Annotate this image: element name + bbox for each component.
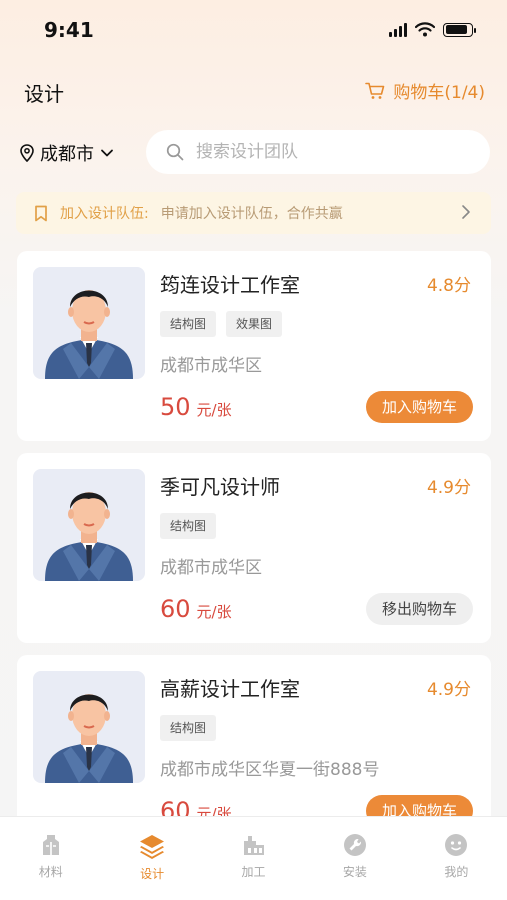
chevron-down-icon [101,149,113,157]
city-label: 成都市 [40,144,94,165]
join-design-team-banner[interactable]: 加入设计队伍: 申请加入设计队伍，合作共赢 [16,192,491,234]
join-banner-desc: 申请加入设计队伍，合作共赢 [160,206,343,222]
tab-label: 我的 [444,865,469,879]
tab-profile[interactable]: 我的 [406,817,507,900]
service-tags: 结构图 效果图 [160,311,283,337]
bottom-tab-bar: 材料 设计 加工 安装 我的 [0,816,507,900]
search-icon [166,143,184,161]
tab-design[interactable]: 设计 [101,817,202,900]
join-banner-title: 加入设计队伍: [60,206,149,222]
page-header: 设计 购物车(1/4) [0,74,507,108]
designer-card[interactable]: 筠连设计工作室 4.8分 结构图 效果图 成都市成华区 50 元/张 加入购物车 [17,251,491,441]
profile-icon [445,834,468,856]
remove-from-cart-button[interactable]: 移出购物车 [365,593,473,625]
search-input[interactable] [196,142,446,162]
battery-level [445,25,467,34]
cart-icon [365,82,385,99]
designer-avatar [33,671,145,783]
price-unit: 元/张 [196,603,232,621]
price-value: 60 [160,595,191,623]
bookmark-icon [35,205,47,221]
service-tags: 结构图 [160,715,217,741]
price: 60 元/张 [160,595,232,623]
designer-name: 筠连设计工作室 [160,273,300,297]
designer-avatar [33,469,145,581]
cart-link[interactable]: 购物车(1/4) [365,78,485,103]
person-avatar-icon [45,290,133,379]
tab-label: 材料 [38,865,63,879]
layers-icon [140,835,165,859]
chevron-right-icon [462,205,470,219]
materials-icon [42,835,59,855]
service-tag: 结构图 [160,513,217,539]
tab-installation[interactable]: 安装 [304,817,405,900]
designer-card[interactable]: 季可凡设计师 4.9分 结构图 成都市成华区 60 元/张 移出购物车 [17,453,491,643]
price-value: 50 [160,393,191,421]
status-time: 9:41 [44,18,94,42]
designer-address: 成都市成华区 [160,356,262,376]
person-avatar-icon [45,492,133,581]
location-pin-icon [20,144,34,162]
designer-rating: 4.9分 [426,478,471,498]
wifi-icon [415,22,435,37]
designer-rating: 4.8分 [426,276,471,296]
page-title: 设计 [24,82,64,106]
tab-label: 安装 [342,865,367,879]
wrench-icon [343,834,366,856]
price: 50 元/张 [160,393,232,421]
tab-label: 加工 [241,865,266,879]
tab-processing[interactable]: 加工 [203,817,304,900]
designer-address: 成都市成华区华夏一街888号 [160,760,380,780]
cellular-signal-icon [389,22,407,37]
designer-rating: 4.9分 [426,680,471,700]
service-tag: 效果图 [226,311,283,337]
search-box[interactable] [146,130,490,174]
person-avatar-icon [45,694,133,783]
tab-label: 设计 [140,867,165,881]
service-tag: 结构图 [160,311,217,337]
add-to-cart-button[interactable]: 加入购物车 [365,391,473,423]
service-tag: 结构图 [160,715,217,741]
designer-name: 高薪设计工作室 [160,677,300,701]
designer-address: 成都市成华区 [160,558,262,578]
status-bar: 9:41 [0,0,507,64]
designer-name: 季可凡设计师 [160,475,280,499]
designer-avatar [33,267,145,379]
search-row: 成都市 [0,130,507,174]
tab-materials[interactable]: 材料 [0,817,101,900]
price-unit: 元/张 [196,401,232,419]
city-selector[interactable]: 成都市 [20,140,114,166]
factory-icon [243,836,264,855]
battery-icon [443,22,476,37]
cart-link-label: 购物车(1/4) [393,83,485,103]
service-tags: 结构图 [160,513,217,539]
status-icons [389,22,476,37]
